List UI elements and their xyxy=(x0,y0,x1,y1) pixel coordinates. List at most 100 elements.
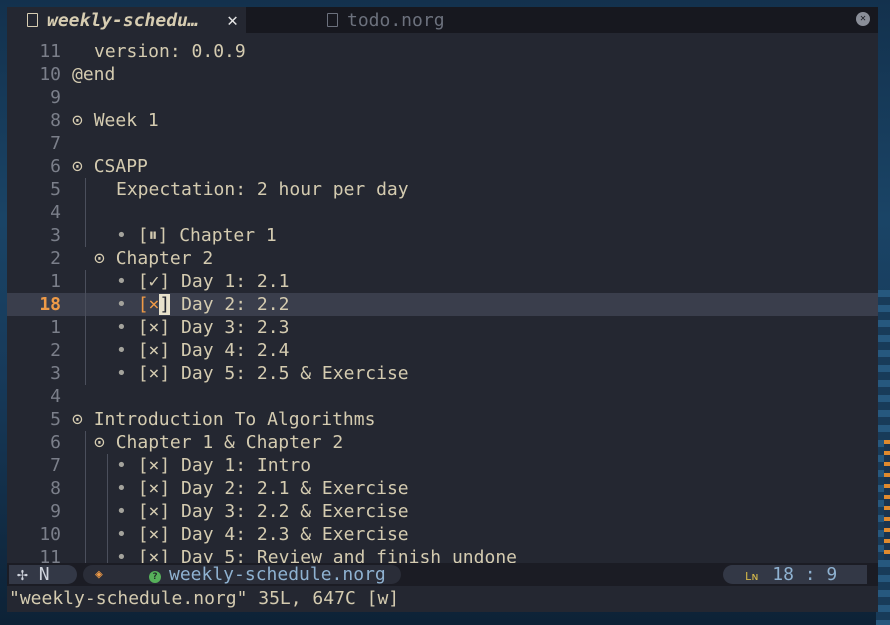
indent-guide xyxy=(85,454,86,477)
bullet-icon: • xyxy=(116,317,127,338)
mode-icon: ✢ xyxy=(17,564,28,585)
heading-icon: ⊙ xyxy=(94,248,105,269)
todo-checkbox[interactable]: [×] xyxy=(138,340,171,361)
line-number: 1 xyxy=(50,271,61,292)
indent-guide xyxy=(107,500,108,523)
line-content: • [×] Day 4: 2.4 xyxy=(116,339,289,362)
buffer-line[interactable]: 6 ⊙ Chapter 1 & Chapter 2 xyxy=(7,431,878,454)
line-content: • [×] Day 1: Intro xyxy=(116,454,311,477)
buffer-line[interactable]: 10 • [×] Day 4: 2.3 & Exercise xyxy=(7,523,878,546)
indent-guide xyxy=(107,454,108,477)
todo-checkbox[interactable]: [×] xyxy=(138,455,171,476)
line-content: • [⏸] Chapter 1 xyxy=(116,224,277,247)
todo-checkbox[interactable]: [⏸] xyxy=(138,225,169,246)
line-content: • [×] Day 2: 2.1 & Exercise xyxy=(116,477,409,500)
todo-checkbox[interactable]: [✓] xyxy=(138,271,171,292)
line-content: ⊙ Chapter 2 xyxy=(94,247,213,270)
buffer-line[interactable]: 1 • [×] Day 3: 2.3 xyxy=(7,316,878,339)
position-text: 18 : 9 xyxy=(772,564,838,585)
buffer-line[interactable]: 8 ⊙ Week 1 xyxy=(7,109,878,132)
line-content: • [✓] Day 1: 2.1 xyxy=(116,270,289,293)
buffer-line[interactable]: 4 xyxy=(7,385,878,408)
indent-guide xyxy=(85,500,86,523)
buffer-line[interactable]: 2 • [×] Day 4: 2.4 xyxy=(7,339,878,362)
line-content: • [×] Day 5: 2.5 & Exercise xyxy=(116,362,409,385)
line-text: version: 0.0.9 xyxy=(94,41,246,62)
mode-label: N xyxy=(38,564,50,585)
tab-weekly-schedule[interactable]: weekly-schedu… ✕ xyxy=(7,7,246,33)
line-text: Chapter 1 & Chapter 2 xyxy=(115,432,344,453)
line-number: 4 xyxy=(50,386,61,407)
statusline-filename: weekly-schedule.norg xyxy=(169,564,386,585)
line-number: 3 xyxy=(50,225,61,246)
todo-checkbox[interactable]: [×] xyxy=(138,317,171,338)
neovim-window: weekly-schedu… ✕ todo.norg ✕ 11 version: … xyxy=(7,7,878,612)
buffer-line[interactable]: 9 • [×] Day 3: 2.2 & Exercise xyxy=(7,500,878,523)
line-content: • [×] Day 3: 2.2 & Exercise xyxy=(116,500,409,523)
line-text: Day 4: 2.3 & Exercise xyxy=(181,524,409,545)
tab-bar: weekly-schedu… ✕ todo.norg ✕ xyxy=(7,7,878,33)
buffer-line[interactable]: 8 • [×] Day 2: 2.1 & Exercise xyxy=(7,477,878,500)
buffer-line[interactable]: 3 • [⏸] Chapter 1 xyxy=(7,224,878,247)
editor-buffer[interactable]: 11 version: 0.0.9 10 @end 9 8 ⊙ Week 1 7 6 ⊙ CSAP… xyxy=(7,40,878,569)
line-text: Day 4: 2.4 xyxy=(181,340,290,361)
tab-label: todo.norg xyxy=(347,9,445,31)
buffer-line[interactable]: 5 ⊙ Introduction To Algorithms xyxy=(7,408,878,431)
close-all-icon[interactable]: ✕ xyxy=(856,12,870,26)
line-text: @end xyxy=(72,64,116,85)
line-content: ⊙ CSAPP xyxy=(72,155,148,178)
buffer-line[interactable]: 3 • [×] Day 5: 2.5 & Exercise xyxy=(7,362,878,385)
buffer-line-current[interactable]: 18 • [×] Day 2: 2.2 xyxy=(7,293,878,316)
mode-indicator: ✢ N xyxy=(9,565,77,584)
indent-guide xyxy=(85,339,86,362)
line-number: 8 xyxy=(50,110,61,131)
tab-todo[interactable]: todo.norg xyxy=(307,7,445,33)
buffer-line[interactable]: 5 Expectation: 2 hour per day xyxy=(7,178,878,201)
close-tab-icon[interactable]: ✕ xyxy=(227,10,238,31)
line-number: 5 xyxy=(50,179,61,200)
indent-guide xyxy=(85,224,86,247)
line-content: @end xyxy=(72,63,115,86)
file-status-icon: ? xyxy=(149,571,161,583)
file-icon xyxy=(327,13,339,27)
line-text: Day 3: 2.2 & Exercise xyxy=(181,501,409,522)
line-number: 2 xyxy=(50,248,61,269)
todo-checkbox[interactable]: [×] xyxy=(138,501,171,522)
line-text: Introduction To Algorithms xyxy=(93,409,376,430)
buffer-line[interactable]: 7 xyxy=(7,132,878,155)
buffer-line[interactable]: 11 version: 0.0.9 xyxy=(7,40,878,63)
line-text: Day 2: 2.2 xyxy=(181,294,290,315)
statusline: ✢ N ◈ ? weekly-schedule.norg Lɴ 18 : 9 xyxy=(7,563,878,586)
buffer-line[interactable]: 7 • [×] Day 1: Intro xyxy=(7,454,878,477)
bullet-icon: • xyxy=(116,363,127,384)
buffer-line[interactable]: 9 xyxy=(7,86,878,109)
buffer-line[interactable]: 6 ⊙ CSAPP xyxy=(7,155,878,178)
line-number: 1 xyxy=(50,317,61,338)
buffer-line[interactable]: 1 • [✓] Day 1: 2.1 xyxy=(7,270,878,293)
todo-checkbox[interactable]: [×] xyxy=(138,478,171,499)
todo-checkbox[interactable]: [×] xyxy=(138,363,171,384)
buffer-line[interactable]: 2 ⊙ Chapter 2 xyxy=(7,247,878,270)
line-text: Chapter 1 xyxy=(179,225,277,246)
todo-checkbox[interactable]: [×] xyxy=(138,294,171,315)
indent-guide xyxy=(85,477,86,500)
statusline-file: ? weekly-schedule.norg xyxy=(135,565,401,584)
line-text: Day 1: 2.1 xyxy=(181,271,290,292)
bullet-icon: • xyxy=(116,294,127,315)
todo-checkbox[interactable]: [×] xyxy=(138,524,171,545)
bullet-icon: • xyxy=(116,340,127,361)
command-line[interactable]: "weekly-schedule.norg" 35L, 647C [w] xyxy=(7,586,878,612)
indent-guide xyxy=(85,178,86,201)
line-text: Day 3: 2.3 xyxy=(181,317,290,338)
bullet-icon: • xyxy=(116,478,127,499)
line-content: • [×] Day 3: 2.3 xyxy=(116,316,289,339)
buffer-line[interactable]: 4 xyxy=(7,201,878,224)
line-number: 9 xyxy=(50,87,61,108)
line-text: Day 5: 2.5 & Exercise xyxy=(181,363,409,384)
bullet-icon: • xyxy=(116,524,127,545)
line-text: CSAPP xyxy=(93,156,148,177)
heading-icon: ⊙ xyxy=(94,432,105,453)
line-text: Expectation: 2 hour per day xyxy=(116,179,409,200)
line-content: Expectation: 2 hour per day xyxy=(116,178,409,201)
buffer-line[interactable]: 10 @end xyxy=(7,63,878,86)
